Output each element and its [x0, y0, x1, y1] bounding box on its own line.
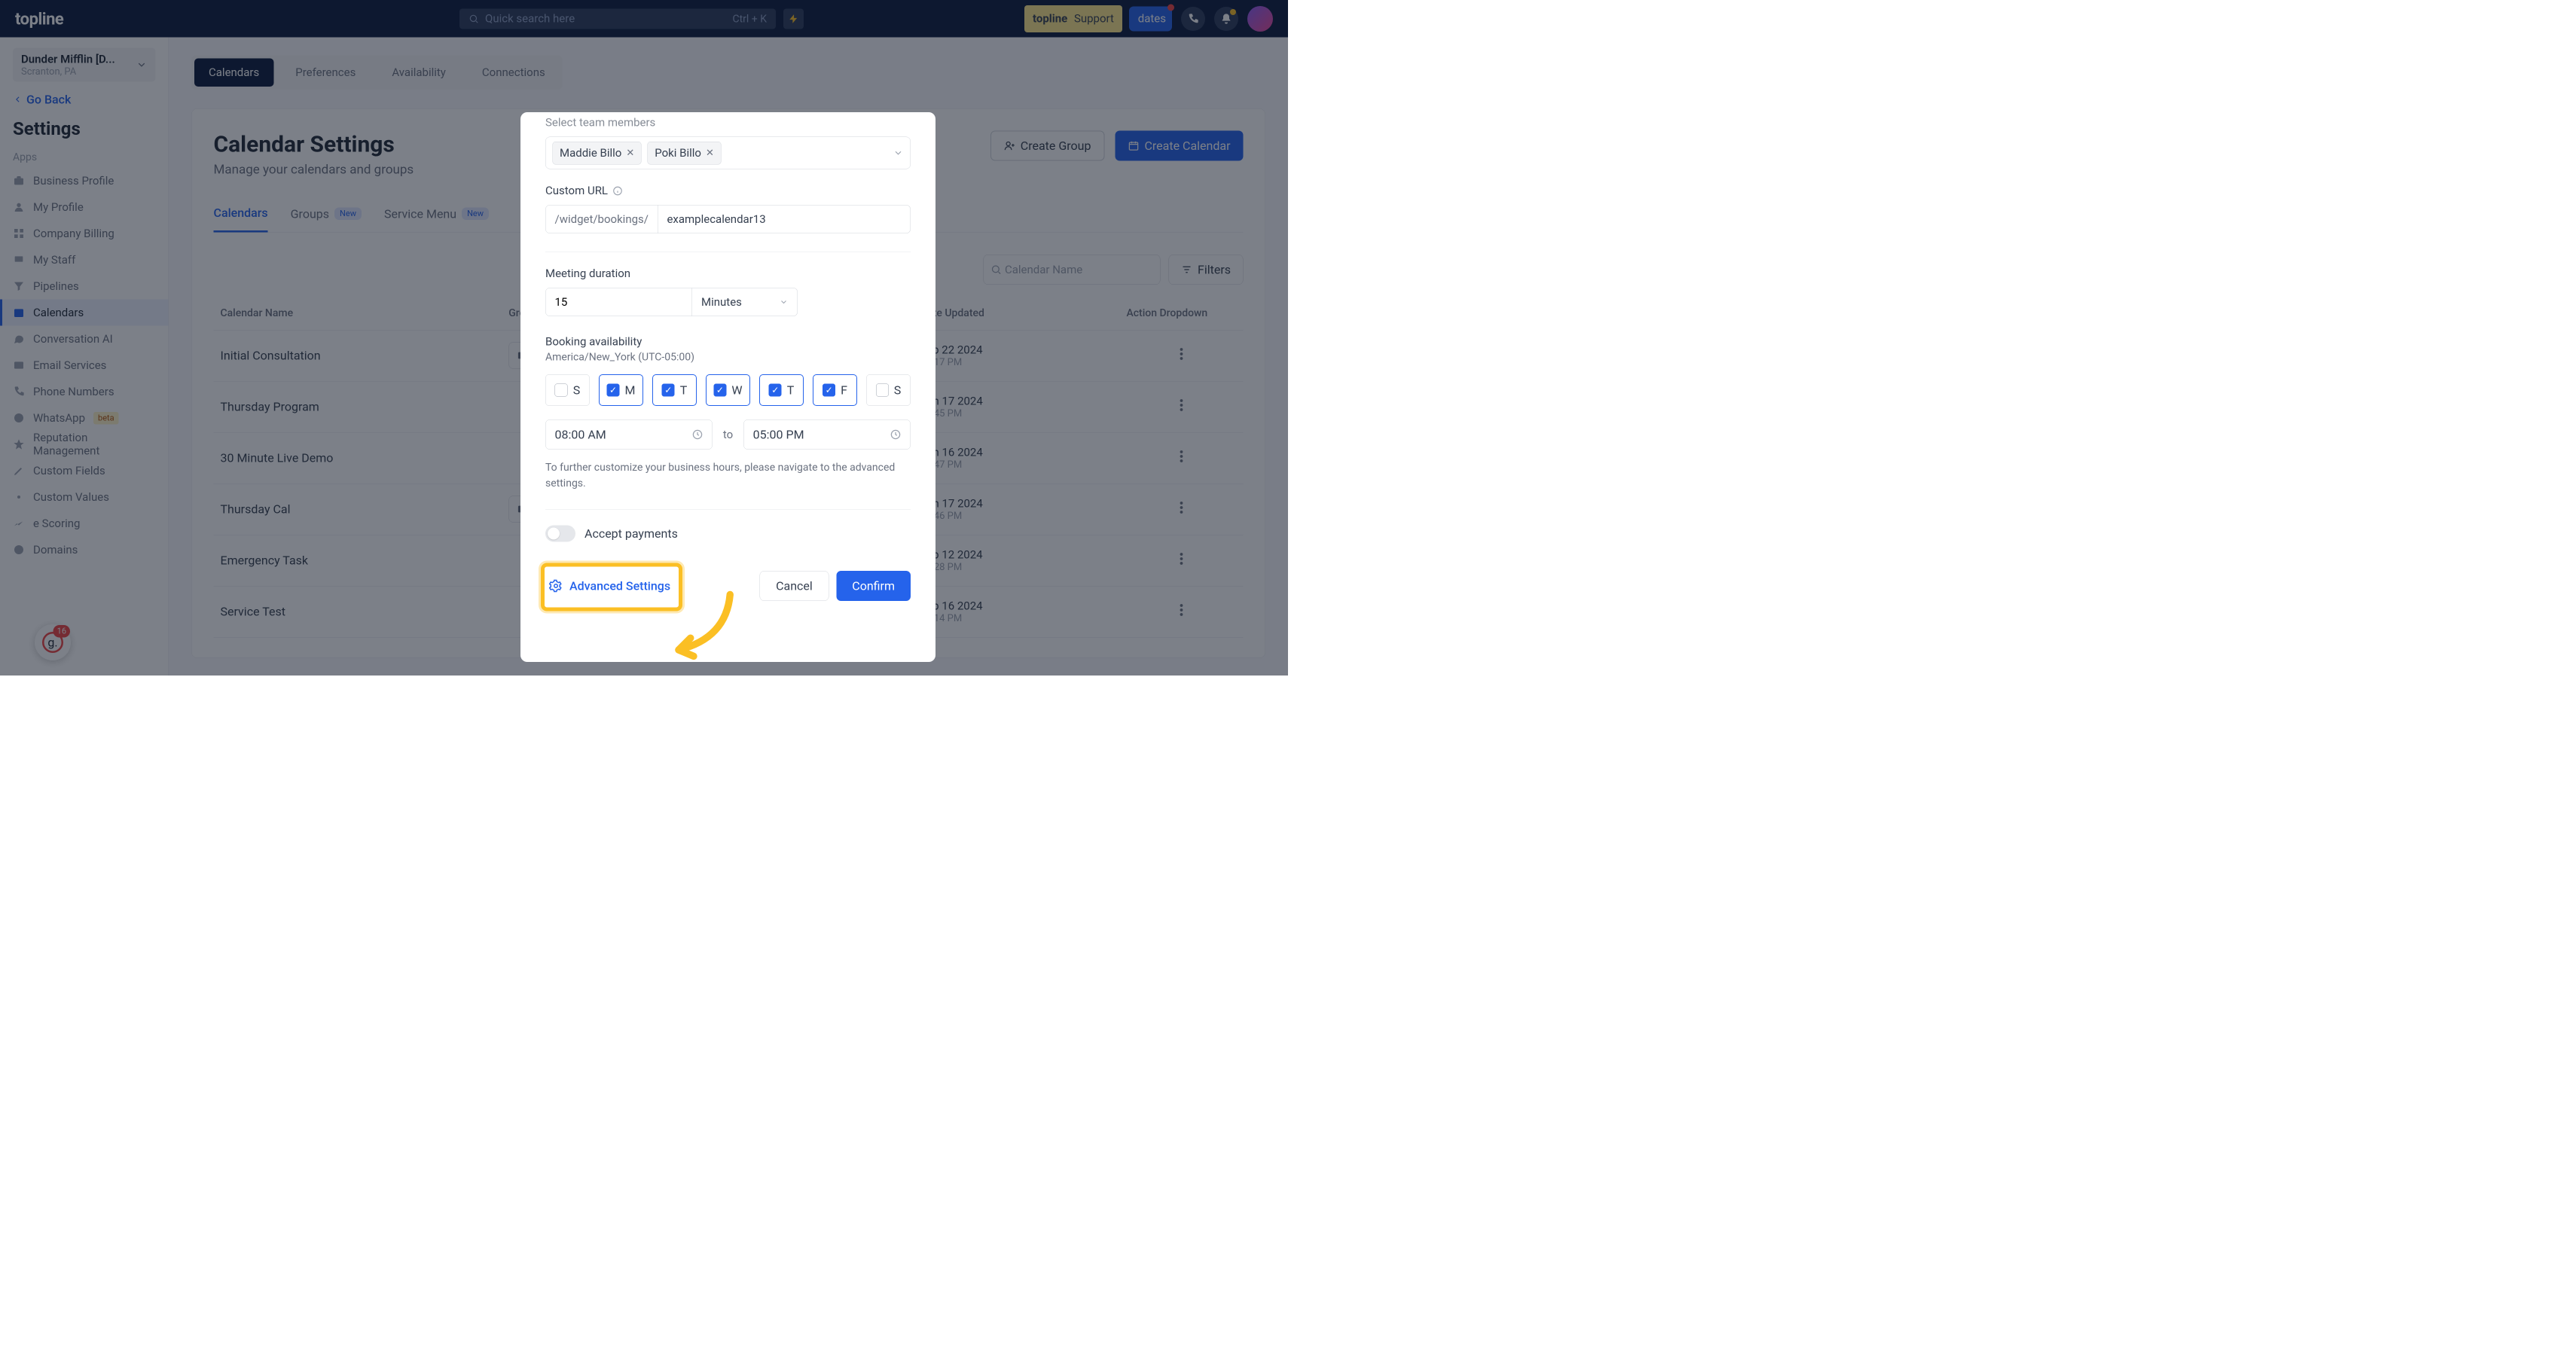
duration-value-input[interactable]: 15 — [545, 288, 692, 316]
availability-label: Booking availability — [545, 335, 911, 349]
url-prefix: /widget/bookings/ — [545, 205, 658, 233]
team-chip[interactable]: Poki Billo✕ — [648, 142, 722, 165]
clock-icon — [890, 429, 901, 441]
duration-label: Meeting duration — [545, 267, 911, 281]
remove-chip-icon[interactable]: ✕ — [706, 148, 714, 159]
info-icon[interactable] — [612, 185, 623, 196]
arrow-annotation — [663, 587, 742, 667]
availability-hint: To further customize your business hours… — [545, 459, 911, 491]
gear-icon — [549, 579, 563, 593]
accept-payments-toggle[interactable] — [545, 526, 575, 542]
checkbox — [876, 384, 889, 397]
team-chip[interactable]: Maddie Billo✕ — [553, 142, 642, 165]
checkbox — [607, 384, 620, 397]
accept-payments-label: Accept payments — [584, 526, 678, 541]
confirm-button[interactable]: Confirm — [836, 571, 911, 601]
checkbox — [555, 384, 568, 397]
chevron-down-icon — [780, 297, 789, 306]
advanced-settings-link[interactable]: Advanced Settings — [549, 579, 670, 593]
chevron-down-icon — [893, 148, 904, 158]
url-input[interactable]: examplecalendar13 — [658, 205, 911, 233]
time-to-input[interactable]: 05:00 PM — [743, 419, 911, 450]
day-toggle[interactable]: W — [706, 374, 750, 406]
divider — [545, 509, 911, 510]
timezone-label: America/New_York (UTC-05:00) — [545, 351, 911, 364]
calendar-settings-modal: Select team members Maddie Billo✕ Poki B… — [520, 112, 935, 662]
time-from-input[interactable]: 08:00 AM — [545, 419, 713, 450]
days-selector: SMTWTFS — [545, 374, 911, 406]
checkbox — [662, 384, 675, 397]
team-members-label: Select team members — [545, 116, 911, 130]
day-toggle[interactable]: S — [866, 374, 911, 406]
team-members-input[interactable]: Maddie Billo✕ Poki Billo✕ — [545, 137, 911, 169]
day-toggle[interactable]: M — [599, 374, 643, 406]
duration-unit-select[interactable]: Minutes — [692, 288, 798, 316]
clock-icon — [691, 429, 703, 441]
checkbox — [713, 384, 726, 397]
cancel-button[interactable]: Cancel — [760, 571, 829, 601]
checkbox — [769, 384, 782, 397]
remove-chip-icon[interactable]: ✕ — [626, 148, 634, 159]
day-toggle[interactable]: S — [545, 374, 590, 406]
day-toggle[interactable]: T — [759, 374, 804, 406]
checkbox — [823, 384, 835, 397]
custom-url-label: Custom URL — [545, 185, 911, 198]
day-toggle[interactable]: T — [652, 374, 697, 406]
day-toggle[interactable]: F — [813, 374, 857, 406]
to-label: to — [723, 428, 733, 441]
